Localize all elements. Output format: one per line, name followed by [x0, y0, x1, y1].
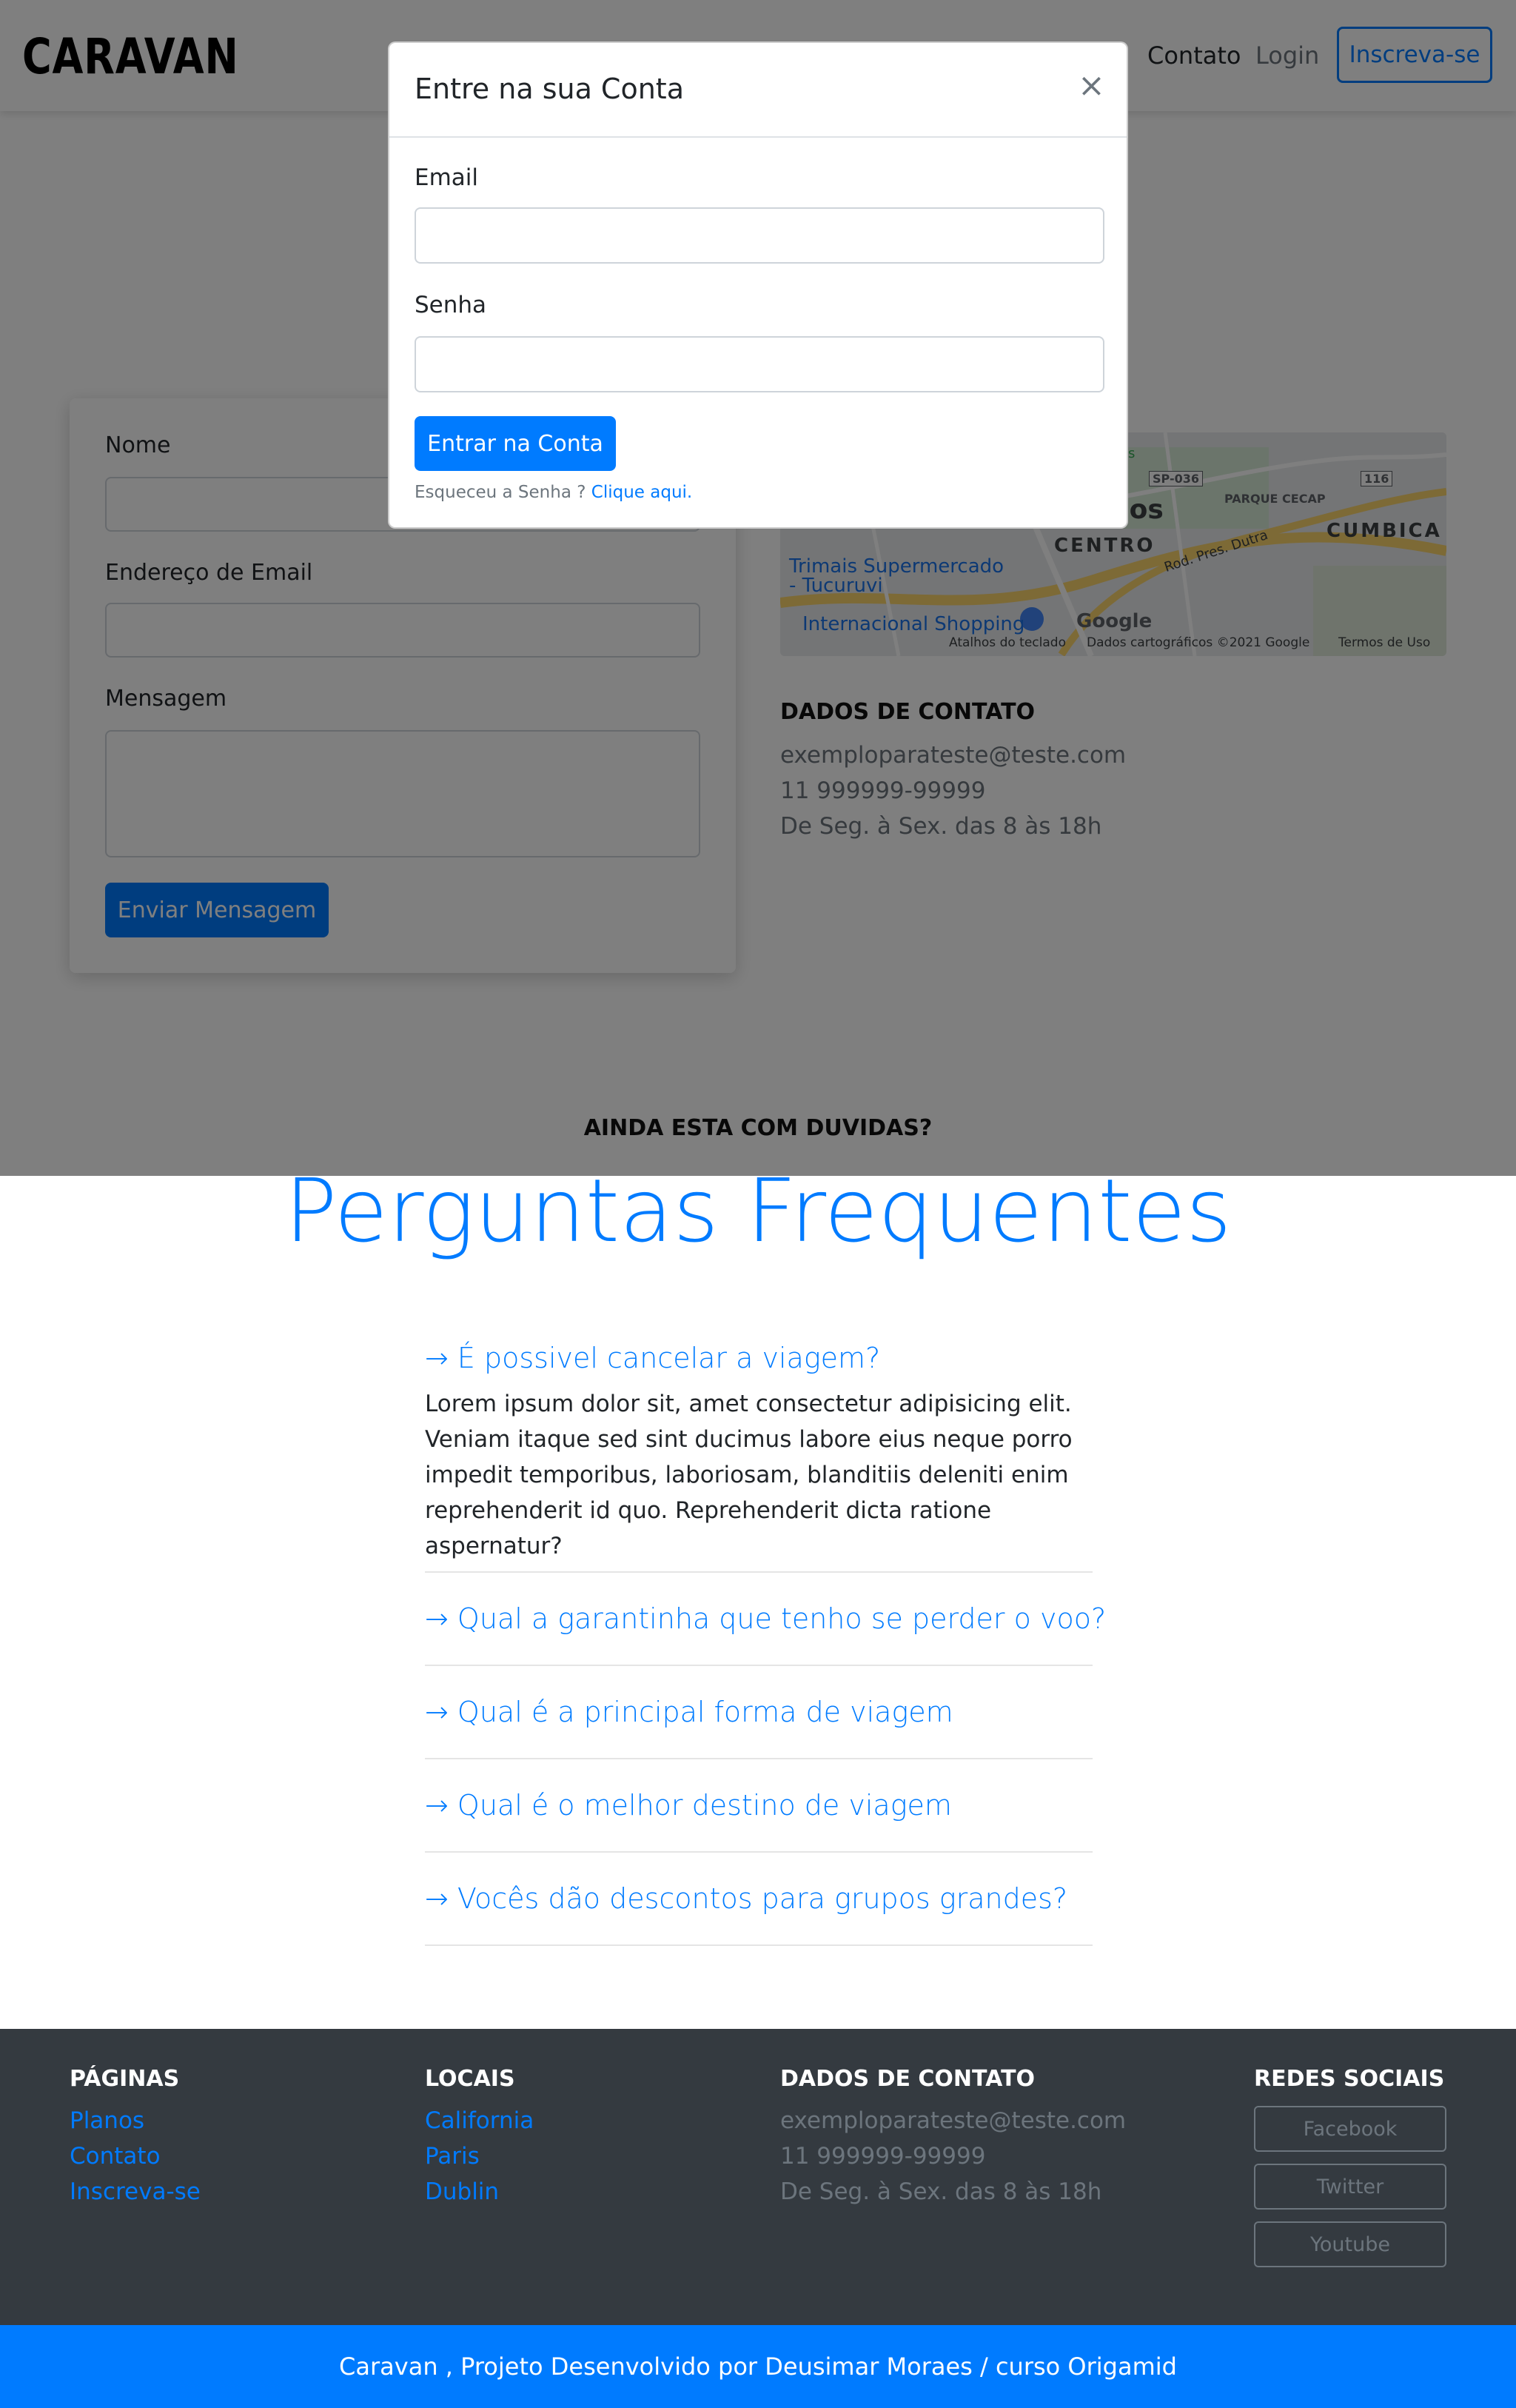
modal-header: Entre na sua Conta ×: [389, 43, 1127, 138]
footer-link-dublin[interactable]: Dublin: [425, 2178, 499, 2205]
footer-credits: Caravan , Projeto Desenvolvido por Deusi…: [0, 2325, 1516, 2408]
faq-title: Perguntas Frequentes: [284, 1160, 1232, 1262]
forgot-password-link[interactable]: Clique aqui.: [591, 483, 692, 502]
footer-link-paris[interactable]: Paris: [425, 2143, 480, 2170]
footer-contact-hours: De Seg. à Sex. das 8 às 18h: [780, 2178, 1102, 2205]
faq-question-5[interactable]: → Vocês dão descontos para grupos grande…: [425, 1882, 1067, 1915]
login-email-label: Email: [415, 164, 479, 191]
forgot-password-text: Esqueceu a Senha ? Clique aqui.: [415, 483, 692, 502]
login-modal: Entre na sua Conta × Email Senha Entrar …: [388, 41, 1128, 529]
footer-link-inscreva-se[interactable]: Inscreva-se: [70, 2178, 201, 2205]
twitter-button[interactable]: Twitter: [1254, 2164, 1446, 2210]
faq-divider: [425, 1571, 1093, 1573]
footer-contact-title: DADOS DE CONTATO: [780, 2066, 1036, 2092]
footer-link-contato[interactable]: Contato: [70, 2143, 161, 2170]
facebook-button[interactable]: Facebook: [1254, 2106, 1446, 2152]
login-password-input[interactable]: [415, 336, 1104, 392]
faq-question-2[interactable]: → Qual a garantinha que tenho se perder …: [425, 1602, 1106, 1635]
faq-divider: [425, 1758, 1093, 1759]
close-icon[interactable]: ×: [1078, 67, 1105, 104]
faq-divider: [425, 1944, 1093, 1946]
footer-link-california[interactable]: California: [425, 2107, 534, 2134]
footer-pages-title: PÁGINAS: [70, 2066, 180, 2092]
faq-question-1[interactable]: → É possivel cancelar a viagem?: [425, 1342, 880, 1374]
footer-social-title: REDES SOCIAIS: [1254, 2066, 1445, 2092]
youtube-button[interactable]: Youtube: [1254, 2221, 1446, 2267]
footer-contact-email: exemploparateste@teste.com: [780, 2107, 1127, 2134]
login-password-label: Senha: [415, 292, 487, 318]
modal-title: Entre na sua Conta: [415, 73, 684, 105]
footer-contact-phone: 11 999999-99999: [780, 2143, 986, 2170]
faq-divider: [425, 1851, 1093, 1853]
footer-places-title: LOCAIS: [425, 2066, 515, 2092]
login-email-input[interactable]: [415, 207, 1104, 264]
faq-question-4[interactable]: → Qual é o melhor destino de viagem: [425, 1789, 952, 1822]
faq-answer-1: Lorem ipsum dolor sit, amet consectetur …: [425, 1391, 1073, 1559]
forgot-password-label: Esqueceu a Senha ?: [415, 483, 586, 502]
faq-divider: [425, 1665, 1093, 1666]
faq-question-3[interactable]: → Qual é a principal forma de viagem: [425, 1696, 953, 1728]
login-submit-button[interactable]: Entrar na Conta: [415, 416, 616, 471]
footer-link-planos[interactable]: Planos: [70, 2107, 144, 2134]
